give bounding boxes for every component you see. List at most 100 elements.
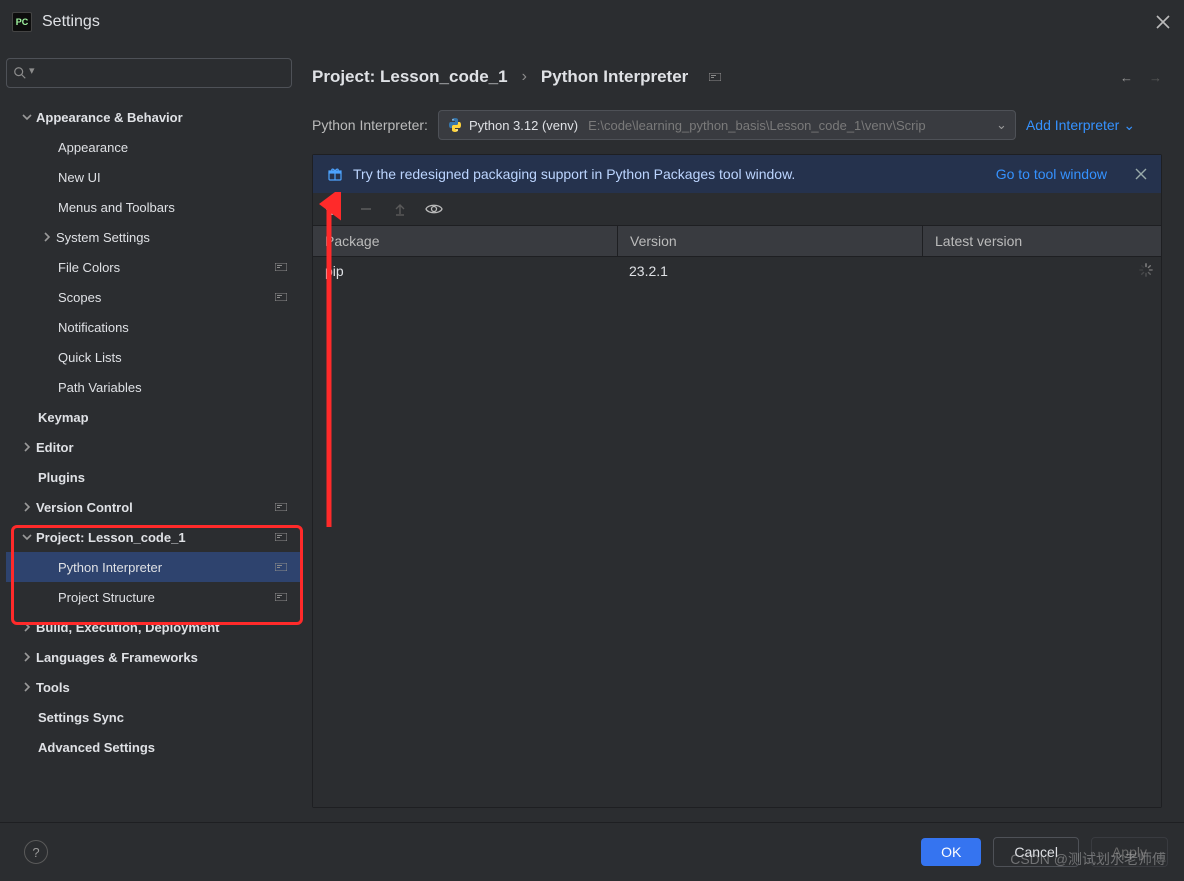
- sidebar-item[interactable]: Languages & Frameworks: [6, 642, 300, 672]
- chevron-down-icon: [18, 112, 36, 122]
- sidebar-item-label: Tools: [36, 680, 70, 695]
- window-title: Settings: [42, 13, 100, 31]
- sidebar-item-label: Keymap: [38, 410, 89, 425]
- sidebar-item[interactable]: File Colors: [6, 252, 300, 282]
- packaging-banner: Try the redesigned packaging support in …: [313, 155, 1161, 193]
- chevron-right-icon: [18, 652, 36, 662]
- sidebar-item[interactable]: Project Structure: [6, 582, 300, 612]
- sidebar-item-label: New UI: [58, 170, 101, 185]
- settings-dialog: PC Settings ▾ Appearance & BehaviorAppea…: [0, 0, 1184, 881]
- sidebar-item[interactable]: Tools: [6, 672, 300, 702]
- ok-button[interactable]: OK: [921, 838, 981, 866]
- scope-marker-icon: [274, 562, 288, 572]
- chevron-right-icon: [18, 682, 36, 692]
- gift-icon: [327, 166, 343, 182]
- sidebar-item-label: Advanced Settings: [38, 740, 155, 755]
- sidebar-item[interactable]: Menus and Toolbars: [6, 192, 300, 222]
- breadcrumb-page: Python Interpreter: [541, 67, 688, 87]
- sidebar-item[interactable]: Quick Lists: [6, 342, 300, 372]
- sidebar-item[interactable]: Keymap: [6, 402, 300, 432]
- breadcrumb-project: Project: Lesson_code_1: [312, 67, 508, 87]
- sidebar-item-label: Menus and Toolbars: [58, 200, 175, 215]
- sidebar-item[interactable]: Advanced Settings: [6, 732, 300, 762]
- chevron-down-icon: ⌄: [1123, 117, 1135, 134]
- chevron-right-icon: [18, 622, 36, 632]
- sidebar-item[interactable]: Path Variables: [6, 372, 300, 402]
- add-package-icon[interactable]: [323, 200, 341, 218]
- sidebar-item-label: Quick Lists: [58, 350, 122, 365]
- cell-version: 23.2.1: [617, 263, 921, 279]
- loading-spinner-icon: [1139, 263, 1153, 277]
- sidebar-item[interactable]: Python Interpreter: [6, 552, 300, 582]
- sidebar-item[interactable]: Build, Execution, Deployment: [6, 612, 300, 642]
- sidebar-item-label: Path Variables: [58, 380, 142, 395]
- settings-sidebar: ▾ Appearance & Behavior Appearance New UI M…: [6, 44, 300, 822]
- remove-package-icon: [357, 200, 375, 218]
- sidebar-item[interactable]: Appearance: [6, 132, 300, 162]
- scope-marker-icon: [274, 592, 288, 602]
- th-package[interactable]: Package: [313, 226, 618, 256]
- close-icon[interactable]: [1154, 13, 1172, 31]
- apply-button: Apply: [1091, 837, 1168, 867]
- package-toolbar: [313, 193, 1161, 225]
- titlebar: PC Settings: [0, 0, 1184, 44]
- sidebar-item-label: Appearance: [58, 140, 128, 155]
- sidebar-item-label: Notifications: [58, 320, 129, 335]
- banner-text: Try the redesigned packaging support in …: [353, 166, 795, 182]
- package-table-body[interactable]: pip23.2.1: [313, 257, 1161, 807]
- nav-back-icon[interactable]: ←: [1120, 70, 1133, 85]
- interpreter-label: Python Interpreter:: [312, 117, 428, 133]
- app-icon: PC: [12, 12, 32, 32]
- search-input[interactable]: ▾: [6, 58, 292, 88]
- sidebar-item-label: Python Interpreter: [58, 560, 162, 575]
- sidebar-item[interactable]: Project: Lesson_code_1: [6, 522, 300, 552]
- add-interpreter-link[interactable]: Add Interpreter ⌄: [1026, 117, 1135, 134]
- sidebar-item-label: File Colors: [58, 260, 120, 275]
- sidebar-item[interactable]: Appearance & Behavior: [6, 102, 300, 132]
- show-early-releases-icon[interactable]: [425, 200, 443, 218]
- banner-link[interactable]: Go to tool window: [996, 166, 1107, 182]
- cancel-button[interactable]: Cancel: [993, 837, 1079, 867]
- scope-marker-icon: [274, 532, 288, 542]
- th-latest[interactable]: Latest version: [923, 226, 1161, 256]
- sidebar-item-label: System Settings: [56, 230, 150, 245]
- upgrade-package-icon: [391, 200, 409, 218]
- sidebar-item[interactable]: Version Control: [6, 492, 300, 522]
- sidebar-item[interactable]: Plugins: [6, 462, 300, 492]
- sidebar-item-label: Editor: [36, 440, 74, 455]
- sidebar-item[interactable]: Notifications: [6, 312, 300, 342]
- search-field[interactable]: [37, 65, 285, 82]
- breadcrumb-sep: ›: [522, 68, 527, 86]
- sidebar-item[interactable]: Editor: [6, 432, 300, 462]
- sidebar-item-label: Plugins: [38, 470, 85, 485]
- filter-caret-icon: ▾: [29, 64, 35, 77]
- sidebar-item[interactable]: New UI: [6, 162, 300, 192]
- search-icon: [13, 66, 27, 80]
- scope-marker-icon: [274, 262, 288, 272]
- chevron-right-icon: [18, 442, 36, 452]
- settings-tree[interactable]: Appearance & Behavior Appearance New UI Men…: [6, 98, 300, 822]
- sidebar-item-label: Scopes: [58, 290, 101, 305]
- interpreter-select[interactable]: Python 3.12 (venv) E:\code\learning_pyth…: [438, 110, 1016, 140]
- cell-package: pip: [313, 263, 617, 279]
- sidebar-item[interactable]: Settings Sync: [6, 702, 300, 732]
- banner-close-icon[interactable]: [1135, 168, 1147, 180]
- chevron-right-icon: [38, 232, 56, 242]
- sidebar-item[interactable]: System Settings: [6, 222, 300, 252]
- package-table-header: Package Version Latest version: [313, 225, 1161, 257]
- sidebar-item-label: Languages & Frameworks: [36, 650, 198, 665]
- help-icon[interactable]: ?: [24, 840, 48, 864]
- chevron-down-icon: ⌄: [996, 117, 1007, 133]
- dialog-footer: ? OK Cancel Apply: [0, 822, 1184, 881]
- interpreter-path: E:\code\learning_python_basis\Lesson_cod…: [588, 118, 990, 133]
- sidebar-item-label: Project: Lesson_code_1: [36, 530, 186, 545]
- scope-marker-icon: [708, 72, 722, 82]
- sidebar-item[interactable]: Scopes: [6, 282, 300, 312]
- main-panel: Project: Lesson_code_1 › Python Interpre…: [300, 44, 1184, 822]
- nav-forward-icon: →: [1149, 70, 1162, 85]
- th-version[interactable]: Version: [618, 226, 923, 256]
- sidebar-item-label: Project Structure: [58, 590, 155, 605]
- scope-marker-icon: [274, 502, 288, 512]
- table-row[interactable]: pip23.2.1: [313, 257, 1161, 285]
- sidebar-item-label: Version Control: [36, 500, 133, 515]
